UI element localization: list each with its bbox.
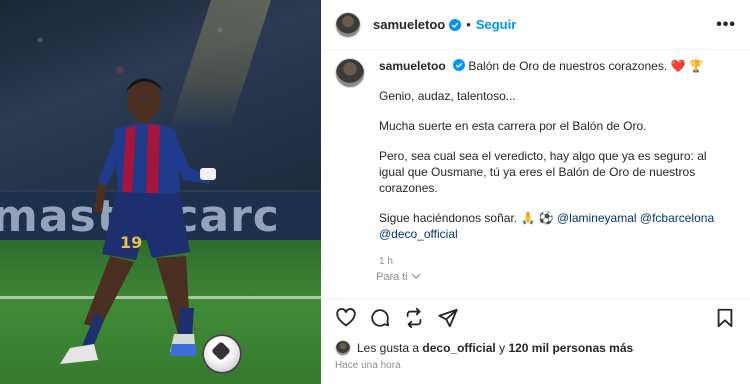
author-username[interactable]: samueletoo	[373, 17, 445, 32]
mention-deco-official[interactable]: @deco_official	[379, 227, 458, 241]
verified-badge-icon	[453, 59, 466, 71]
author-avatar[interactable]	[335, 11, 361, 38]
mention-fcbarcelona[interactable]: @fcbarcelona	[640, 211, 714, 225]
caption-paragraph-2: Mucha suerte en esta carrera por el Baló…	[379, 119, 647, 133]
save-icon[interactable]	[714, 307, 736, 329]
liker-username[interactable]: deco_official	[422, 341, 495, 355]
comment-icon[interactable]	[369, 307, 391, 329]
para-ti-toggle[interactable]: Para ti	[376, 271, 421, 283]
caption-paragraph-4-text: Sigue haciéndonos soñar. 🙏 ⚽	[379, 211, 554, 225]
caption-paragraph-1: Genio, audaz, talentoso...	[379, 89, 516, 103]
shirt-number: 19	[120, 233, 142, 252]
post-photo[interactable]: mastercarc 19	[0, 0, 321, 384]
caption-headline: Balón de Oro de nuestros corazones.	[468, 59, 668, 73]
likes-connector: y	[499, 341, 506, 355]
verified-badge-icon	[449, 18, 462, 31]
post-actions-bar	[321, 299, 750, 335]
follow-button[interactable]: Seguir	[476, 17, 516, 32]
instagram-post: mastercarc 19	[0, 0, 750, 384]
likes-summary: Les gusta a deco_official y 120 mil pers…	[335, 340, 633, 356]
more-options-icon[interactable]: •••	[716, 16, 736, 34]
mention-lamineyamal[interactable]: @lamineyamal	[557, 211, 637, 225]
caption-username[interactable]: samueletoo	[379, 59, 446, 73]
player-figure: 19	[60, 78, 216, 364]
likes-prefix: Les gusta a	[357, 341, 420, 355]
caption-timestamp: 1 h	[379, 256, 393, 267]
caption-avatar[interactable]	[335, 58, 365, 88]
posted-time: Hace una hora	[335, 360, 401, 371]
likes-count[interactable]: 120 mil personas más	[508, 341, 633, 355]
post-side-panel: samueletoo • Seguir ••• samueletoo Balón…	[321, 0, 750, 384]
repost-icon[interactable]	[403, 307, 425, 329]
post-caption: samueletoo Balón de Oro de nuestros cora…	[321, 58, 750, 270]
share-icon[interactable]	[437, 307, 459, 329]
post-header: samueletoo • Seguir •••	[321, 0, 750, 50]
caption-headline-line: samueletoo Balón de Oro de nuestros cora…	[379, 58, 734, 74]
like-icon[interactable]	[335, 307, 357, 329]
header-separator: •	[466, 17, 471, 32]
caption-paragraph-3: Pero, sea cual sea el veredicto, hay alg…	[379, 149, 707, 195]
caption-paragraph-4: Sigue haciéndonos soñar. 🙏 ⚽ @lamineyama…	[379, 210, 734, 242]
liker-avatar[interactable]	[335, 340, 351, 356]
caption-emojis: ❤️ 🏆	[670, 59, 704, 73]
chevron-down-icon	[411, 273, 421, 279]
soccer-ball	[202, 334, 242, 374]
para-ti-label: Para ti	[376, 271, 408, 283]
